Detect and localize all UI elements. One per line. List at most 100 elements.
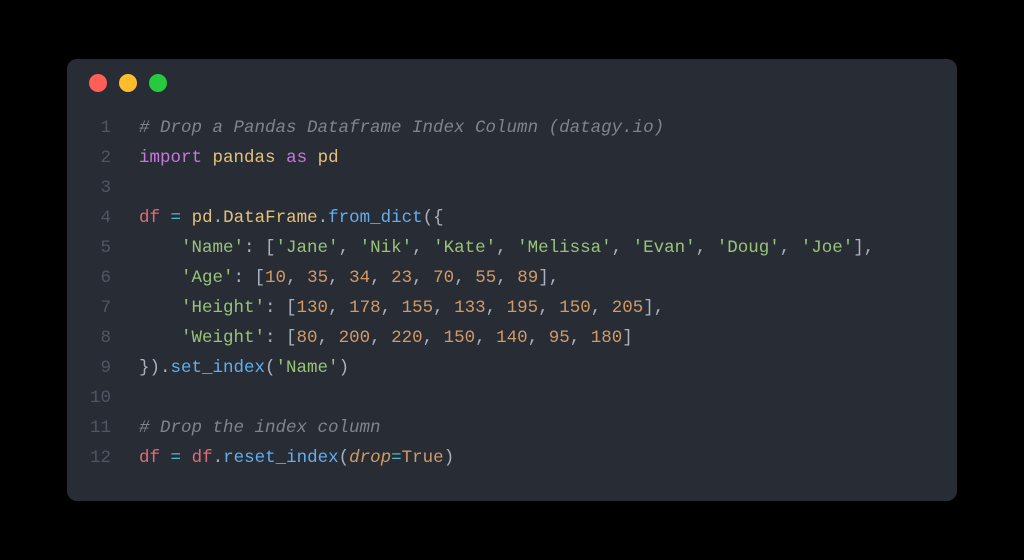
token-punc: , (696, 238, 717, 258)
token-default (139, 238, 181, 258)
line-source: 'Age': [10, 35, 34, 23, 70, 55, 89], (117, 263, 559, 293)
token-punc: ) (339, 358, 350, 378)
token-punc: : [ (234, 268, 266, 288)
token-func: reset_index (223, 448, 339, 468)
token-number: 89 (517, 268, 538, 288)
token-default (307, 148, 318, 168)
token-punc: , (433, 298, 454, 318)
token-string: 'Doug' (717, 238, 780, 258)
token-punc: , (496, 268, 517, 288)
token-number: 55 (475, 268, 496, 288)
line-source: }).set_index('Name') (117, 353, 349, 383)
token-number: 155 (402, 298, 434, 318)
token-punc: , (328, 298, 349, 318)
line-number: 7 (67, 293, 117, 323)
token-punc: : [ (244, 238, 276, 258)
token-punc: ], (853, 238, 874, 258)
line-number: 1 (67, 113, 117, 143)
token-number: 195 (507, 298, 539, 318)
code-window: 1# Drop a Pandas Dataframe Index Column … (67, 59, 957, 501)
token-default (139, 328, 181, 348)
token-default (160, 448, 171, 468)
code-line: 6 'Age': [10, 35, 34, 23, 70, 55, 89], (67, 263, 935, 293)
token-string: 'Weight' (181, 328, 265, 348)
token-punc: , (454, 268, 475, 288)
token-func: from_dict (328, 208, 423, 228)
token-module: pd (318, 148, 339, 168)
token-punc: , (486, 298, 507, 318)
token-default (276, 148, 287, 168)
token-punc: }). (139, 358, 171, 378)
token-number: 133 (454, 298, 486, 318)
window-titlebar (67, 59, 957, 107)
line-source: import pandas as pd (117, 143, 339, 173)
token-module: DataFrame (223, 208, 318, 228)
token-string: 'Nik' (360, 238, 413, 258)
code-line: 8 'Weight': [80, 200, 220, 150, 140, 95,… (67, 323, 935, 353)
token-ident: df (139, 208, 160, 228)
token-param: drop (349, 448, 391, 468)
code-line: 10 (67, 383, 935, 413)
token-string: 'Jane' (276, 238, 339, 258)
token-punc: ] (622, 328, 633, 348)
token-string: 'Name' (181, 238, 244, 258)
token-punc: ({ (423, 208, 444, 228)
token-punc: . (213, 448, 224, 468)
line-source: 'Name': ['Jane', 'Nik', 'Kate', 'Melissa… (117, 233, 874, 263)
token-default (202, 148, 213, 168)
token-number: 220 (391, 328, 423, 348)
token-keyword: import (139, 148, 202, 168)
token-string: 'Height' (181, 298, 265, 318)
code-line: 5 'Name': ['Jane', 'Nik', 'Kate', 'Melis… (67, 233, 935, 263)
token-string: 'Joe' (801, 238, 854, 258)
token-punc: , (370, 328, 391, 348)
token-comment: # Drop the index column (139, 418, 381, 438)
code-line: 11 # Drop the index column (67, 413, 935, 443)
token-punc: , (591, 298, 612, 318)
token-op: = (391, 448, 402, 468)
token-number: 150 (559, 298, 591, 318)
token-ident: df (192, 448, 213, 468)
close-icon[interactable] (89, 74, 107, 92)
line-source: df = pd.DataFrame.from_dict({ (117, 203, 444, 233)
line-source: # Drop the index column (117, 413, 381, 443)
token-number: 80 (297, 328, 318, 348)
token-op: = (171, 448, 182, 468)
line-number: 6 (67, 263, 117, 293)
token-punc: ( (339, 448, 350, 468)
token-module: pd (192, 208, 213, 228)
line-source: df = df.reset_index(drop=True) (117, 443, 454, 473)
token-punc: , (538, 298, 559, 318)
line-number: 12 (67, 443, 117, 473)
code-editor[interactable]: 1# Drop a Pandas Dataframe Index Column … (67, 107, 957, 473)
token-bool: True (402, 448, 444, 468)
token-keyword: as (286, 148, 307, 168)
token-punc: . (213, 208, 224, 228)
token-number: 34 (349, 268, 370, 288)
minimize-icon[interactable] (119, 74, 137, 92)
line-number: 11 (67, 413, 117, 443)
token-number: 140 (496, 328, 528, 348)
token-punc: : [ (265, 328, 297, 348)
token-string: 'Evan' (633, 238, 696, 258)
token-punc: , (412, 238, 433, 258)
token-punc: , (528, 328, 549, 348)
token-punc: , (328, 268, 349, 288)
token-punc: , (496, 238, 517, 258)
token-func: set_index (171, 358, 266, 378)
token-default (181, 208, 192, 228)
line-source: 'Height': [130, 178, 155, 133, 195, 150,… (117, 293, 664, 323)
line-number: 3 (67, 173, 117, 203)
token-default (139, 298, 181, 318)
token-default (181, 448, 192, 468)
token-default (139, 268, 181, 288)
line-number: 10 (67, 383, 117, 413)
token-punc: , (381, 298, 402, 318)
code-line: 4df = pd.DataFrame.from_dict({ (67, 203, 935, 233)
maximize-icon[interactable] (149, 74, 167, 92)
code-line: 1# Drop a Pandas Dataframe Index Column … (67, 113, 935, 143)
code-line: 7 'Height': [130, 178, 155, 133, 195, 15… (67, 293, 935, 323)
token-punc: , (612, 238, 633, 258)
code-line: 12df = df.reset_index(drop=True) (67, 443, 935, 473)
token-punc: , (475, 328, 496, 348)
